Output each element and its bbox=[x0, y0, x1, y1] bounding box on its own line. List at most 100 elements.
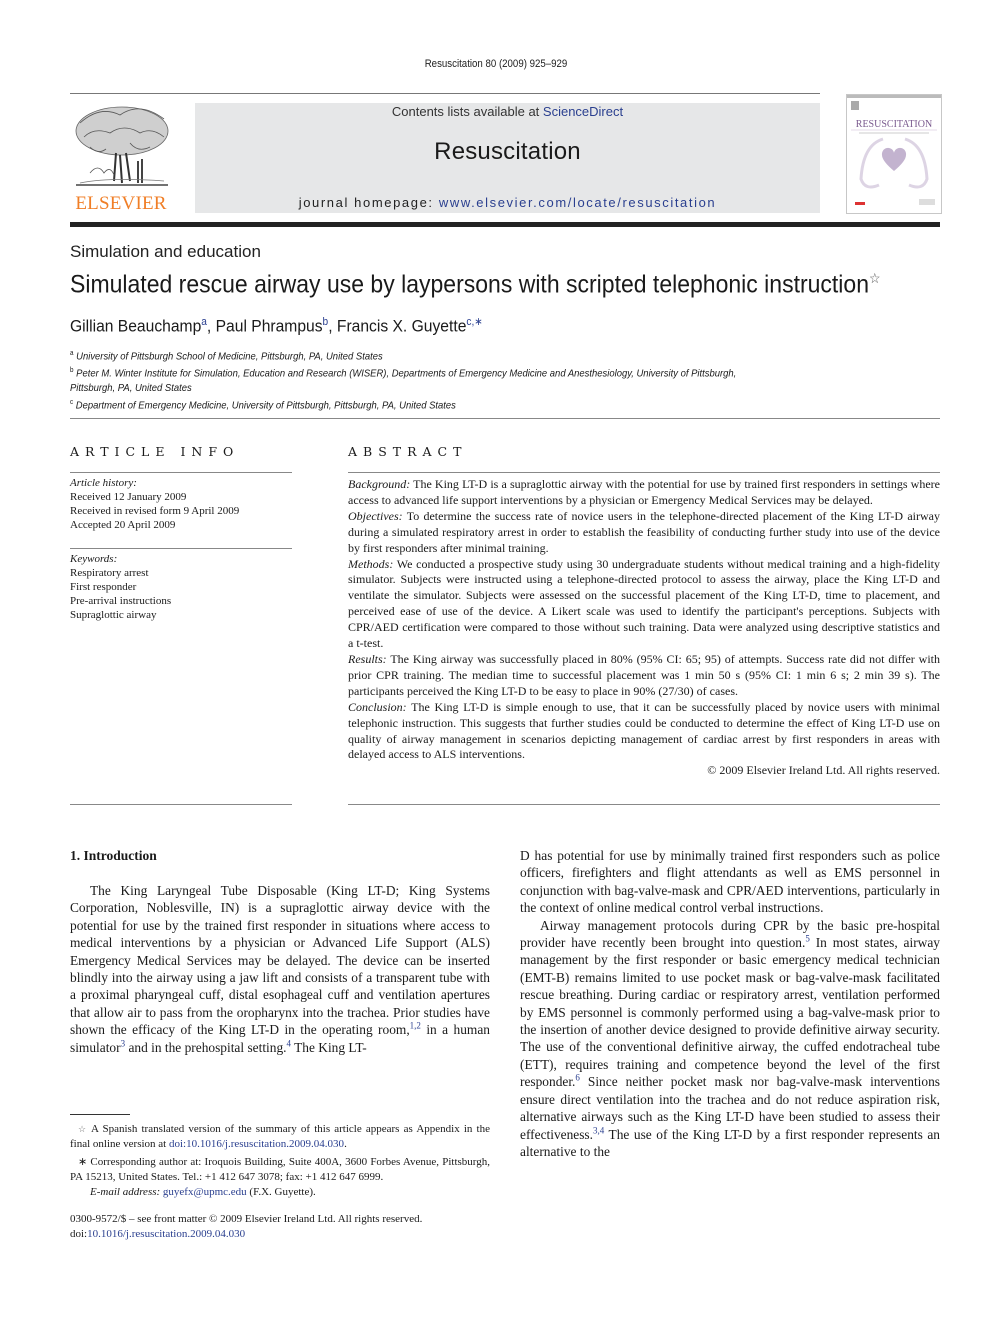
front-matter: 0300-9572/$ – see front matter © 2009 El… bbox=[70, 1212, 490, 1242]
affiliation: b Peter M. Winter Institute for Simulati… bbox=[70, 364, 853, 381]
contents-availability: Contents lists available at ScienceDirec… bbox=[195, 104, 820, 119]
left-column: The King Laryngeal Tube Disposable (King… bbox=[70, 882, 490, 1056]
author-name[interactable]: Francis X. Guyette bbox=[337, 317, 467, 336]
article-history-label: Article history: bbox=[70, 477, 137, 489]
doi-prefix: doi: bbox=[70, 1228, 88, 1240]
header-rule bbox=[70, 93, 820, 94]
affiliation: c Department of Emergency Medicine, Univ… bbox=[70, 396, 853, 413]
abstract-section-text: The King LT-D is a supraglottic airway w… bbox=[348, 477, 940, 507]
doi-link[interactable]: 10.1016/j.resuscitation.2009.04.030 bbox=[87, 1228, 245, 1240]
article-info-heading: ARTICLE INFO bbox=[70, 444, 240, 459]
affiliation-text: Department of Emergency Medicine, Univer… bbox=[75, 399, 456, 411]
abstract-background: Background: The King LT-D is a supraglot… bbox=[348, 477, 940, 509]
author-affiliation-marker[interactable]: a bbox=[201, 316, 207, 328]
footnotes: ☆ A Spanish translated version of the su… bbox=[70, 1122, 490, 1200]
abstract-section-label: Objectives: bbox=[348, 508, 403, 523]
contents-prefix: Contents lists available at bbox=[391, 104, 543, 119]
abstract-section-text: The King airway was successfully placed … bbox=[348, 651, 940, 698]
footnote-translation: ☆ A Spanish translated version of the su… bbox=[70, 1123, 490, 1150]
abstract-rule bbox=[348, 472, 940, 473]
abstract-section-label: Background: bbox=[348, 477, 411, 491]
keyword: Supraglottic airway bbox=[70, 609, 157, 621]
paragraph: Airway management protocols during CPR b… bbox=[520, 917, 940, 1161]
doi-link[interactable]: doi:10.1016/j.resuscitation.2009.04.030 bbox=[169, 1138, 344, 1150]
doi-line: doi:10.1016/j.resuscitation.2009.04.030 bbox=[70, 1227, 490, 1242]
email-suffix: (F.X. Guyette). bbox=[246, 1186, 316, 1198]
affiliation-text: Peter M. Winter Institute for Simulation… bbox=[76, 367, 737, 380]
journal-cover[interactable]: RESUSCITATION bbox=[846, 94, 942, 214]
abstract-section-text: To determine the success rate of novice … bbox=[348, 508, 940, 555]
abstract-section-label: Results: bbox=[348, 651, 387, 666]
journal-title: Resuscitation bbox=[434, 138, 581, 165]
section-heading-introduction: 1. Introduction bbox=[70, 848, 157, 863]
abstract-section-text: The King LT-D is simple enough to use, t… bbox=[348, 699, 940, 762]
abstract-body: Background: The King LT-D is a supraglot… bbox=[348, 477, 940, 779]
article-history: Article history: Received 12 January 200… bbox=[70, 476, 292, 532]
elsevier-tree-icon bbox=[75, 106, 169, 186]
abstract-section-text: We conducted a prospective study using 3… bbox=[348, 556, 940, 651]
history-entry: Received 12 January 2009 bbox=[70, 491, 187, 503]
affiliations: a University of Pittsburgh School of Med… bbox=[70, 347, 853, 413]
abstract-bottom-rule bbox=[348, 804, 940, 805]
elsevier-wordmark: ELSEVIER bbox=[75, 193, 167, 214]
header-thick-rule bbox=[70, 222, 940, 227]
keywords-rule bbox=[70, 548, 292, 549]
sciencedirect-link[interactable]: ScienceDirect bbox=[543, 104, 623, 119]
journal-homepage: journal homepage: www.elsevier.com/locat… bbox=[195, 195, 820, 210]
cover-title: RESUSCITATION bbox=[856, 119, 932, 130]
footnote-corresponding: ∗ Corresponding author at: Iroquois Buil… bbox=[70, 1155, 490, 1185]
article-title: Simulated rescue airway use by layperson… bbox=[70, 270, 881, 299]
author-affiliation-marker[interactable]: b bbox=[323, 316, 329, 328]
paragraph-text: In most states, airway management by the… bbox=[520, 935, 940, 1090]
history-entry: Received in revised form 9 April 2009 bbox=[70, 505, 240, 517]
author-name[interactable]: Gillian Beauchamp bbox=[70, 317, 201, 336]
author-list: Gillian Beauchampa, Paul Phrampusb, Fran… bbox=[70, 316, 483, 336]
footnote-email: E-mail address: guyefx@upmc.edu (F.X. Gu… bbox=[70, 1185, 490, 1200]
affiliation: a University of Pittsburgh School of Med… bbox=[70, 347, 853, 364]
abstract-section-label: Conclusion: bbox=[348, 699, 407, 714]
homepage-link[interactable]: www.elsevier.com/locate/resuscitation bbox=[439, 195, 716, 210]
abstract-methods: Methods: We conducted a prospective stud… bbox=[348, 557, 940, 652]
abstract-copyright: © 2009 Elsevier Ireland Ltd. All rights … bbox=[707, 763, 940, 778]
citation-link[interactable]: 1,2 bbox=[410, 1021, 421, 1031]
citation-link[interactable]: 3,4 bbox=[593, 1125, 604, 1135]
author-name[interactable]: Paul Phrampus bbox=[216, 317, 323, 336]
paragraph-text: The King LT- bbox=[291, 1039, 367, 1055]
issn-line: 0300-9572/$ – see front matter © 2009 El… bbox=[70, 1213, 423, 1225]
article-info-bottom-rule bbox=[70, 804, 292, 805]
affiliation-key: b bbox=[70, 367, 74, 374]
affiliations-rule bbox=[70, 418, 940, 419]
running-head: Resuscitation 80 (2009) 925–929 bbox=[424, 58, 568, 70]
abstract-objectives: Objectives: To determine the success rat… bbox=[348, 509, 940, 557]
article-title-text: Simulated rescue airway use by layperson… bbox=[70, 270, 870, 299]
paragraph: The King Laryngeal Tube Disposable (King… bbox=[70, 882, 490, 1056]
abstract-heading: ABSTRACT bbox=[348, 444, 468, 459]
article-info-rule bbox=[70, 472, 292, 473]
right-column: D has potential for use by minimally tra… bbox=[520, 847, 940, 1160]
email-link[interactable]: guyefx@upmc.edu bbox=[163, 1186, 247, 1198]
paragraph-text: and in the prehospital setting. bbox=[125, 1039, 287, 1055]
affiliation-key: a bbox=[70, 350, 74, 357]
keywords: Keywords: Respiratory arrest First respo… bbox=[70, 552, 292, 622]
keywords-label: Keywords: bbox=[70, 553, 118, 565]
paragraph: D has potential for use by minimally tra… bbox=[520, 848, 940, 916]
history-entry: Accepted 20 April 2009 bbox=[70, 519, 176, 531]
abstract-results: Results: The King airway was successfull… bbox=[348, 652, 940, 700]
paragraph-text: The King Laryngeal Tube Disposable (King… bbox=[70, 883, 490, 1038]
title-footnote-marker[interactable]: ☆ bbox=[869, 270, 881, 286]
keyword: First responder bbox=[70, 581, 137, 593]
affiliation-key: c bbox=[70, 398, 74, 406]
author-affiliation-marker[interactable]: c,∗ bbox=[466, 316, 482, 328]
footnote-rule bbox=[70, 1114, 130, 1115]
email-label: E-mail address: bbox=[90, 1186, 161, 1198]
affiliation-text: University of Pittsburgh School of Medic… bbox=[76, 350, 383, 363]
homepage-prefix: journal homepage: bbox=[298, 195, 439, 210]
lungs-heart-icon: RESUSCITATION bbox=[847, 95, 941, 205]
footnote-text: Corresponding author at: Iroquois Buildi… bbox=[70, 1156, 490, 1183]
asterisk-marker: ∗ bbox=[78, 1156, 88, 1168]
affiliation-continued: Pittsburgh, PA, United States bbox=[70, 382, 192, 394]
keyword: Pre-arrival instructions bbox=[70, 595, 172, 607]
keyword: Respiratory arrest bbox=[70, 567, 149, 579]
section-label: Simulation and education bbox=[70, 242, 261, 261]
abstract-section-label: Methods: bbox=[348, 556, 394, 571]
